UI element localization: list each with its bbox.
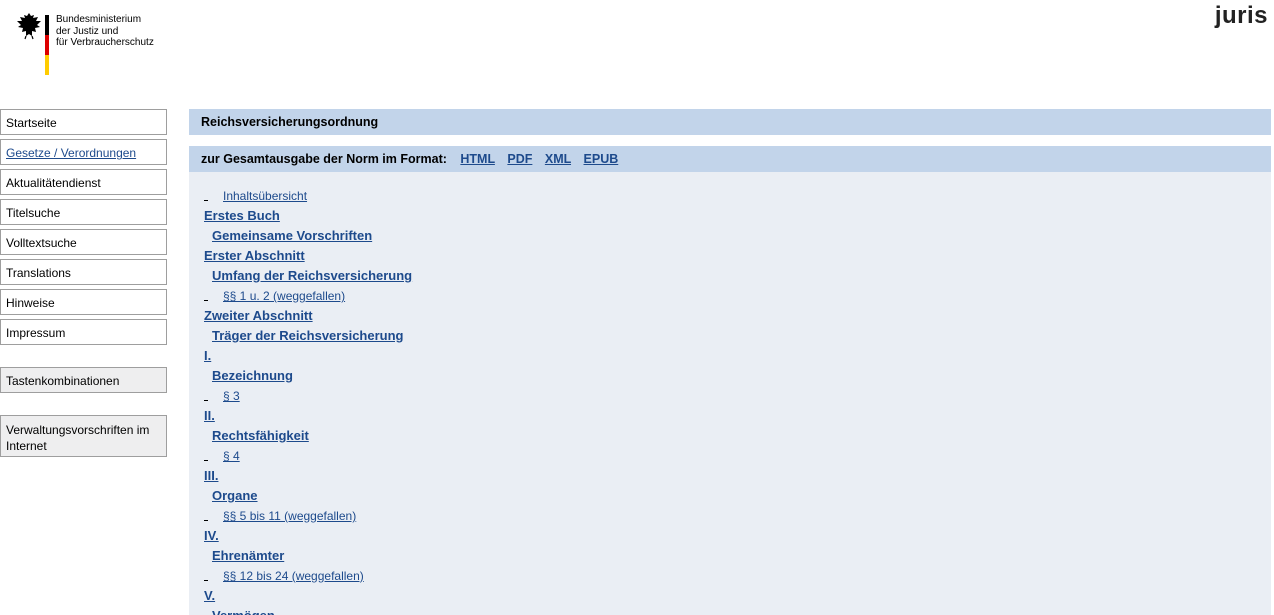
toc-heading-link[interactable]: III. [204, 468, 218, 483]
bmjv-logo[interactable]: Bundesministerium der Justiz und für Ver… [16, 12, 176, 76]
toc-title-link[interactable]: Organe [212, 488, 258, 503]
toc-bullet [204, 446, 208, 461]
toc-title-link[interactable]: Bezeichnung [212, 368, 293, 383]
toc-title-row: Umfang der Reichsversicherung [189, 266, 1271, 286]
toc-title-link[interactable]: Träger der Reichsversicherung [212, 328, 403, 343]
sidebar-item-volltextsuche[interactable]: Volltextsuche [0, 229, 167, 255]
sidebar-item-verwaltungsvorschriften[interactable]: Verwaltungsvorschriften im Internet [0, 415, 167, 457]
toc-norm-row: § 3 [189, 386, 1271, 406]
toc-title-link[interactable]: Gemeinsame Vorschriften [212, 228, 372, 243]
toc-heading-link[interactable]: Erstes Buch [204, 208, 280, 223]
toc-title-link[interactable]: Umfang der Reichsversicherung [212, 268, 412, 283]
toc-heading-row: II. [189, 406, 1271, 426]
toc-heading-link[interactable]: Erster Abschnitt [204, 248, 305, 263]
sidebar-item-impressum[interactable]: Impressum [0, 319, 167, 345]
format-link-xml[interactable]: XML [545, 152, 571, 166]
sidebar-item-tastenkombinationen[interactable]: Tastenkombinationen [0, 367, 167, 393]
toc-heading-row: Erstes Buch [189, 206, 1271, 226]
toc-heading-row: Zweiter Abschnitt [189, 306, 1271, 326]
toc-norm-row: §§ 5 bis 11 (weggefallen) [189, 506, 1271, 526]
toc-norm-link[interactable]: §§ 12 bis 24 (weggefallen) [223, 569, 364, 583]
toc-title-row: Organe [189, 486, 1271, 506]
toc-title-row: Gemeinsame Vorschriften [189, 226, 1271, 246]
toc-heading-link[interactable]: Zweiter Abschnitt [204, 308, 313, 323]
toc-heading-row: III. [189, 466, 1271, 486]
toc-bullet [204, 506, 208, 521]
sidebar-item-aktualitaetendienst[interactable]: Aktualitätendienst [0, 169, 167, 195]
toc-heading-row: I. [189, 346, 1271, 366]
toc-title-row: Ehrenämter [189, 546, 1271, 566]
sidebar-item-gesetze[interactable]: Gesetze / Verordnungen [0, 139, 167, 165]
format-link-pdf[interactable]: PDF [507, 152, 532, 166]
sidebar-nav: Startseite Gesetze / Verordnungen Aktual… [0, 109, 167, 461]
toc-norm-link[interactable]: § 3 [223, 389, 240, 403]
toc-norm-link[interactable]: §§ 5 bis 11 (weggefallen) [223, 509, 356, 523]
toc-title-link[interactable]: Ehrenämter [212, 548, 284, 563]
ministry-name: Bundesministerium der Justiz und für Ver… [56, 14, 154, 48]
toc-bullet [204, 186, 208, 201]
sidebar-item-translations[interactable]: Translations [0, 259, 167, 285]
toc-heading-link[interactable]: V. [204, 588, 215, 603]
format-bar: zur Gesamtausgabe der Norm im Format: HT… [189, 146, 1271, 172]
toc-norm-link[interactable]: § 4 [223, 449, 240, 463]
toc-norm-row: §§ 12 bis 24 (weggefallen) [189, 566, 1271, 586]
toc-heading-row: Erster Abschnitt [189, 246, 1271, 266]
toc-title-row: Rechtsfähigkeit [189, 426, 1271, 446]
toc-title-link[interactable]: Rechtsfähigkeit [212, 428, 309, 443]
format-link-epub[interactable]: EPUB [584, 152, 619, 166]
german-flag-stripe [45, 15, 49, 75]
toc-bullet [204, 566, 208, 581]
toc-heading-row: V. [189, 586, 1271, 606]
toc-heading-row: IV. [189, 526, 1271, 546]
toc-title-link[interactable]: Vermögen [212, 608, 275, 615]
federal-eagle-icon [17, 13, 41, 40]
sidebar-item-startseite[interactable]: Startseite [0, 109, 167, 135]
toc-heading-link[interactable]: IV. [204, 528, 219, 543]
main-content: Reichsversicherungsordnung zur Gesamtaus… [189, 109, 1271, 615]
table-of-contents: Inhaltsübersicht Erstes Buch Gemeinsame Vo… [189, 172, 1271, 615]
toc-heading-link[interactable]: I. [204, 348, 211, 363]
toc-norm-row: § 4 [189, 446, 1271, 466]
toc-bullet [204, 286, 208, 301]
toc-norm-link[interactable]: Inhaltsübersicht [223, 189, 307, 203]
toc-title-row: Träger der Reichsversicherung [189, 326, 1271, 346]
juris-logo[interactable]: juris [1215, 2, 1268, 30]
toc-bullet [204, 386, 208, 401]
toc-norm-link[interactable]: §§ 1 u. 2 (weggefallen) [223, 289, 345, 303]
toc-norm-row: §§ 1 u. 2 (weggefallen) [189, 286, 1271, 306]
toc-title-row: Vermögen [189, 606, 1271, 615]
format-link-html[interactable]: HTML [460, 152, 495, 166]
format-label: zur Gesamtausgabe der Norm im Format: [201, 152, 447, 166]
toc-title-row: Bezeichnung [189, 366, 1271, 386]
juris-logo-text: juris [1214, 2, 1268, 29]
toc-norm-row: Inhaltsübersicht [189, 186, 1271, 206]
page-title: Reichsversicherungsordnung [189, 109, 1271, 135]
sidebar-item-hinweise[interactable]: Hinweise [0, 289, 167, 315]
toc-heading-link[interactable]: II. [204, 408, 215, 423]
sidebar-item-titelsuche[interactable]: Titelsuche [0, 199, 167, 225]
